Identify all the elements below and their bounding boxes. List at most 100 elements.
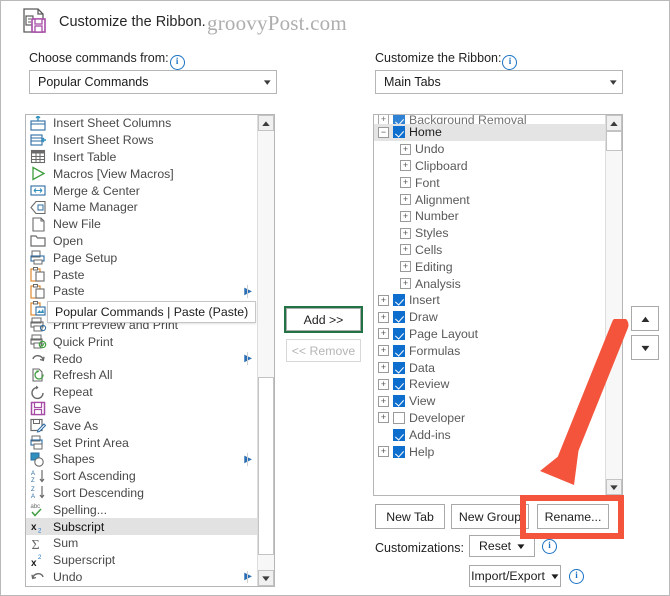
tree-item-checkbox[interactable] <box>393 428 405 441</box>
submenu-arrow-icon[interactable]: ▶ <box>244 286 252 297</box>
list-item[interactable]: Page Setup <box>26 249 258 266</box>
list-item[interactable]: New File <box>26 216 258 233</box>
tree-item[interactable]: + Formulas <box>374 342 606 359</box>
move-down-button[interactable]: ▼ <box>631 335 659 360</box>
reset-button[interactable]: Reset ▼ <box>469 535 535 557</box>
tree-item[interactable]: + View <box>374 393 606 410</box>
tree-item-checkbox[interactable] <box>393 411 405 424</box>
tree-item-checkbox[interactable] <box>393 395 405 408</box>
expand-icon[interactable]: + <box>378 328 389 340</box>
scroll-up-button[interactable]: ▲ <box>606 115 622 131</box>
expand-icon[interactable]: + <box>400 143 411 155</box>
tree-item[interactable]: + Data <box>374 359 606 376</box>
list-item[interactable]: Shapes ▶ <box>26 451 258 468</box>
import-export-button[interactable]: Import/Export ▼ <box>469 565 561 587</box>
list-item[interactable]: Merge & Center <box>26 182 258 199</box>
tree-item-checkbox[interactable] <box>393 344 405 357</box>
tree-item-checkbox[interactable] <box>393 361 405 374</box>
tree-item[interactable]: Add-ins <box>374 426 606 443</box>
move-up-button[interactable]: ▲ <box>631 306 659 331</box>
tree-item[interactable]: + Insert <box>374 292 606 309</box>
new-group-button[interactable]: New Group <box>451 504 529 529</box>
expand-icon[interactable]: + <box>378 294 389 306</box>
scroll-down-button[interactable]: ▼ <box>258 570 274 586</box>
tree-item[interactable]: + Editing <box>374 258 606 275</box>
ribbon-tree-scrollbar[interactable]: ▲ ▼ <box>605 115 622 495</box>
expand-icon[interactable]: + <box>378 395 389 407</box>
expand-icon[interactable]: + <box>400 244 411 256</box>
expand-icon[interactable]: + <box>378 412 389 424</box>
tree-item[interactable]: + Styles <box>374 225 606 242</box>
expand-icon[interactable]: + <box>400 210 411 222</box>
tree-item[interactable]: + Alignment <box>374 191 606 208</box>
submenu-arrow-icon[interactable]: ▶ <box>244 571 252 582</box>
ribbon-tree-listbox[interactable]: + Background Removal − Home + Undo + Clipboard +… <box>373 114 623 496</box>
expand-icon[interactable]: + <box>400 227 411 239</box>
expand-icon[interactable]: + <box>378 311 389 323</box>
tree-item-checkbox[interactable] <box>393 115 405 124</box>
info-icon[interactable]: i <box>569 569 584 584</box>
list-item[interactable]: Insert Sheet Columns <box>26 115 258 132</box>
tree-item-checkbox[interactable] <box>393 378 405 391</box>
tree-item[interactable]: + Page Layout <box>374 326 606 343</box>
list-item[interactable]: Z A Sort Descending <box>26 485 258 502</box>
list-item[interactable]: Save As <box>26 417 258 434</box>
list-item[interactable]: Name Manager <box>26 199 258 216</box>
list-item[interactable]: Save <box>26 401 258 418</box>
tree-item[interactable]: + Clipboard <box>374 158 606 175</box>
expand-icon[interactable]: + <box>400 177 411 189</box>
tree-item[interactable]: + Font <box>374 174 606 191</box>
scroll-up-button[interactable]: ▲ <box>258 115 274 131</box>
expand-icon[interactable]: + <box>400 160 411 172</box>
list-item[interactable]: Σ Sum <box>26 535 258 552</box>
scrollbar-thumb[interactable] <box>258 377 274 555</box>
commands-scrollbar[interactable]: ▲ ▼ <box>257 115 274 586</box>
list-item[interactable]: Open <box>26 233 258 250</box>
collapse-icon[interactable]: − <box>378 126 389 138</box>
list-item[interactable]: Repeat <box>26 384 258 401</box>
expand-icon[interactable]: + <box>400 261 411 273</box>
customize-ribbon-select[interactable]: Main Tabs ▾ <box>375 70 623 94</box>
list-item[interactable]: Quick Print <box>26 333 258 350</box>
tree-item-checkbox[interactable] <box>393 327 405 340</box>
list-item[interactable]: Undo ▶ <box>26 569 258 586</box>
list-item[interactable]: Paste <box>26 266 258 283</box>
tree-item-checkbox[interactable] <box>393 126 405 139</box>
choose-commands-from-select[interactable]: Popular Commands ▾ <box>29 70 277 94</box>
new-tab-button[interactable]: New Tab <box>375 504 445 529</box>
list-item[interactable]: A Z Sort Ascending <box>26 468 258 485</box>
list-item[interactable]: x 2 Subscript <box>26 518 258 535</box>
tree-item-checkbox[interactable] <box>393 445 405 458</box>
tree-item[interactable]: + Developer <box>374 410 606 427</box>
ribbon-tree[interactable]: + Background Removal − Home + Undo + Clipboard +… <box>374 115 606 495</box>
list-item[interactable]: Refresh All <box>26 367 258 384</box>
list-item[interactable]: Insert Table <box>26 149 258 166</box>
info-icon[interactable]: i <box>542 539 557 554</box>
tree-item[interactable]: + Background Removal <box>374 115 606 124</box>
info-icon[interactable]: i <box>169 55 185 70</box>
info-icon[interactable]: i <box>502 55 518 70</box>
commands-listbox[interactable]: Insert Sheet Columns Insert Sheet Rows Ins… <box>25 114 275 587</box>
list-item[interactable]: x 2 Superscript <box>26 552 258 569</box>
list-item[interactable]: Redo ▶ <box>26 350 258 367</box>
scroll-down-button[interactable]: ▼ <box>606 479 622 495</box>
expand-icon[interactable]: + <box>378 446 389 458</box>
tree-item[interactable]: + Undo <box>374 141 606 158</box>
expand-icon[interactable]: + <box>400 278 411 290</box>
expand-icon[interactable]: + <box>378 378 389 390</box>
tree-item[interactable]: + Draw <box>374 309 606 326</box>
tree-item[interactable]: + Analysis <box>374 275 606 292</box>
submenu-arrow-icon[interactable]: ▶ <box>244 353 252 364</box>
list-item[interactable]: Paste ▶ <box>26 283 258 300</box>
tree-item[interactable]: + Review <box>374 376 606 393</box>
tree-item-checkbox[interactable] <box>393 311 405 324</box>
expand-icon[interactable]: + <box>400 194 411 206</box>
tree-item-checkbox[interactable] <box>393 294 405 307</box>
expand-icon[interactable]: + <box>378 345 389 357</box>
tree-item[interactable]: + Number <box>374 208 606 225</box>
tree-item[interactable]: + Cells <box>374 242 606 259</box>
list-item[interactable]: abc Spelling... <box>26 501 258 518</box>
tree-item[interactable]: + Help <box>374 443 606 460</box>
list-item[interactable]: Macros [View Macros] <box>26 165 258 182</box>
list-item[interactable]: Insert Sheet Rows <box>26 132 258 149</box>
